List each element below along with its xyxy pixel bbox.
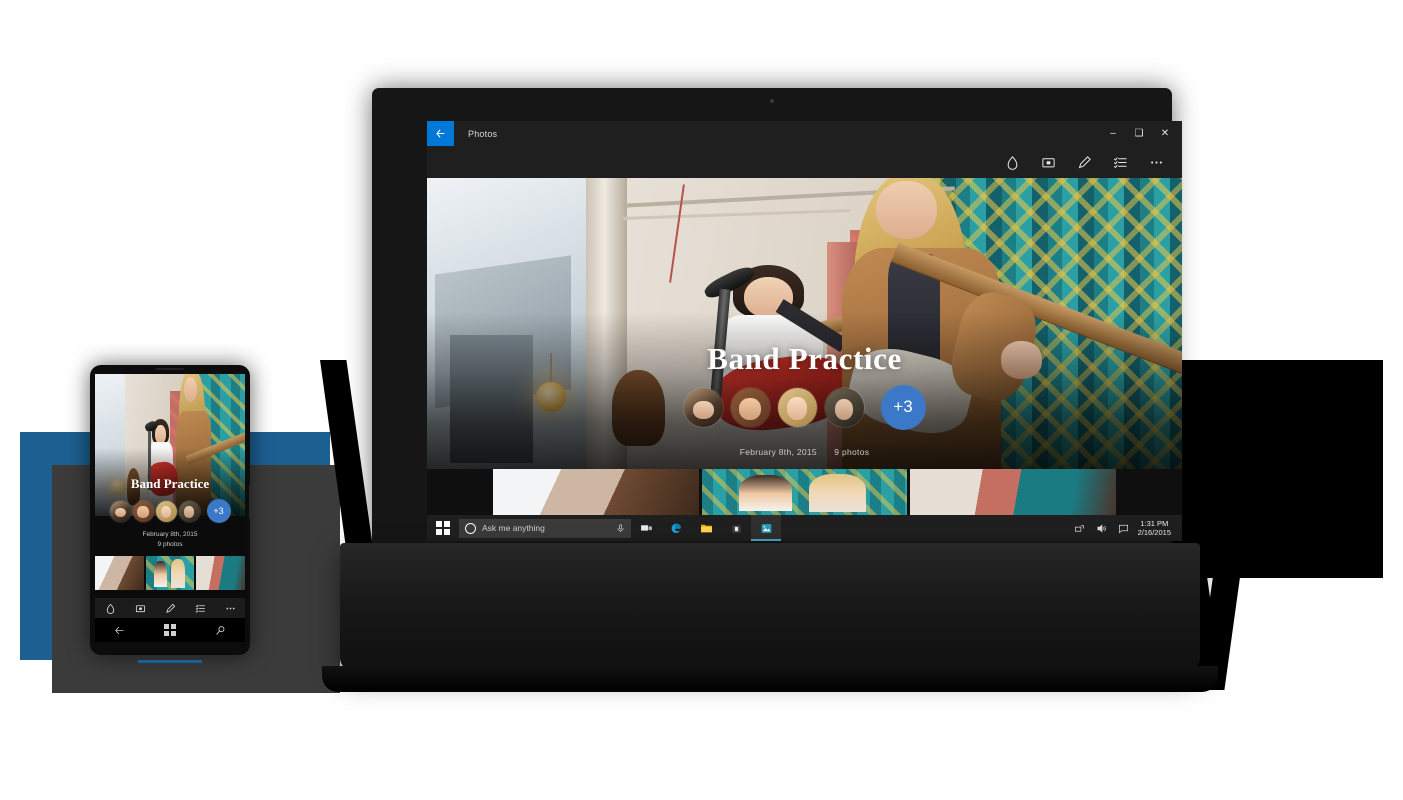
phone-thumbnail-3[interactable] <box>196 556 245 590</box>
phone-windows-logo-icon <box>164 624 176 636</box>
laptop-foot <box>322 666 1218 692</box>
maximize-button[interactable]: ❑ <box>1126 121 1152 146</box>
album-title: Band Practice <box>707 340 902 376</box>
share-icon[interactable] <box>994 147 1030 177</box>
more-people-badge[interactable]: +3 <box>880 384 926 430</box>
thumbnail-2[interactable] <box>701 469 908 515</box>
phone-album-title: Band Practice <box>130 476 210 492</box>
clock[interactable]: 1:31 PM 2/16/2015 <box>1135 519 1177 537</box>
laptop-lid: Photos – ❑ ✕ Band Practice +3 February 8… <box>372 88 1182 548</box>
laptop-device: Photos – ❑ ✕ Band Practice +3 February 8… <box>322 88 1218 703</box>
album-photo-count: 9 photos <box>834 447 870 458</box>
avatar-person-3[interactable] <box>777 387 817 427</box>
search-placeholder: Ask me anything <box>482 523 545 533</box>
thumbnail-strip <box>427 469 1182 515</box>
avatar-person-2[interactable] <box>730 387 770 427</box>
phone-avatar-person-2[interactable] <box>132 500 154 522</box>
search-input[interactable]: Ask me anything <box>459 518 631 538</box>
phone-edit-pencil-icon[interactable] <box>160 599 180 617</box>
thumbnail-1[interactable] <box>493 469 699 515</box>
app-title: Photos <box>468 128 498 139</box>
phone-hero-overlay <box>95 374 245 516</box>
window-controls: – ❑ ✕ <box>1100 121 1178 146</box>
phone-avatar-person-3[interactable] <box>155 500 177 522</box>
phone-search-icon[interactable] <box>215 625 226 636</box>
photos-app-window: Photos – ❑ ✕ Band Practice +3 February 8… <box>427 121 1182 541</box>
phone-side-button <box>249 485 252 519</box>
phone-speaker <box>156 368 184 370</box>
clock-time: 1:31 PM <box>1140 519 1169 528</box>
thumbnail-3[interactable] <box>910 469 1117 515</box>
cortana-circle-icon <box>465 522 476 534</box>
windows-logo-icon <box>436 521 450 535</box>
back-button[interactable] <box>427 121 454 146</box>
phone-playlist-icon[interactable] <box>190 599 210 617</box>
file-explorer-icon[interactable] <box>691 515 721 541</box>
phone-device: Band Practice +3 February 8th, 2015 9 ph… <box>90 365 252 663</box>
phone-accent-bar <box>138 660 202 663</box>
phone-app-bar <box>95 598 245 618</box>
avatar-person-4[interactable] <box>824 387 864 427</box>
album-date: February 8th, 2015 <box>739 447 817 458</box>
store-icon[interactable] <box>721 515 751 541</box>
phone-share-icon[interactable] <box>100 599 120 617</box>
phone-navigation-bar <box>95 618 245 642</box>
system-tray: 1:31 PM 2/16/2015 <box>1069 515 1182 541</box>
phone-start-icon[interactable] <box>164 624 176 636</box>
app-title-bar: Photos – ❑ ✕ <box>427 121 1182 146</box>
phone-album-photo-count: 9 photos <box>157 541 183 548</box>
clock-date: 2/16/2015 <box>1137 528 1171 537</box>
phone-thumbnail-strip <box>95 556 245 590</box>
laptop-base <box>340 543 1200 671</box>
phone-thumbnail-1[interactable] <box>95 556 144 590</box>
app-command-bar <box>427 146 1182 178</box>
edit-pencil-icon[interactable] <box>1066 147 1102 177</box>
phone-avatar-person-1[interactable] <box>109 500 131 522</box>
phone-more-ellipsis-icon[interactable] <box>220 599 240 617</box>
playlist-icon[interactable] <box>1102 147 1138 177</box>
phone-screen: Band Practice +3 February 8th, 2015 9 ph… <box>95 374 245 642</box>
photos-app-icon[interactable] <box>751 515 781 541</box>
windows-taskbar: Ask me anything 1:31 PM 2/16/2015 <box>427 515 1182 541</box>
slideshow-icon[interactable] <box>1030 147 1066 177</box>
volume-icon[interactable] <box>1091 515 1113 541</box>
phone-album-date: February 8th, 2015 <box>142 531 198 538</box>
microphone-icon[interactable] <box>616 523 625 533</box>
network-icon[interactable] <box>1069 515 1091 541</box>
phone-slideshow-icon[interactable] <box>130 599 150 617</box>
phone-thumbnail-2[interactable] <box>145 556 195 590</box>
phone-avatar-person-4[interactable] <box>178 500 200 522</box>
phone-hero-photo[interactable]: Band Practice <box>95 374 245 516</box>
laptop-screen: Photos – ❑ ✕ Band Practice +3 February 8… <box>427 121 1182 541</box>
screenshot-canvas: Photos – ❑ ✕ Band Practice +3 February 8… <box>0 0 1403 800</box>
album-metadata: February 8th, 2015 9 photos <box>427 447 1182 457</box>
album-hero-area[interactable]: Band Practice +3 February 8th, 2015 9 ph… <box>427 178 1182 469</box>
people-avatar-row: +3 <box>427 384 1182 430</box>
phone-album-metadata: February 8th, 2015 9 photos <box>95 530 245 550</box>
edge-browser-icon[interactable] <box>661 515 691 541</box>
task-view-icon[interactable] <box>631 515 661 541</box>
action-center-icon[interactable] <box>1113 515 1135 541</box>
phone-back-icon[interactable] <box>114 625 125 636</box>
more-ellipsis-icon[interactable] <box>1138 147 1174 177</box>
minimize-button[interactable]: – <box>1100 121 1126 146</box>
close-button[interactable]: ✕ <box>1152 121 1178 146</box>
phone-more-people-badge[interactable]: +3 <box>206 499 231 523</box>
start-button[interactable] <box>427 515 459 541</box>
avatar-person-1[interactable] <box>683 387 723 427</box>
webcam-icon <box>770 99 774 103</box>
phone-avatar-row: +3 <box>95 499 245 523</box>
